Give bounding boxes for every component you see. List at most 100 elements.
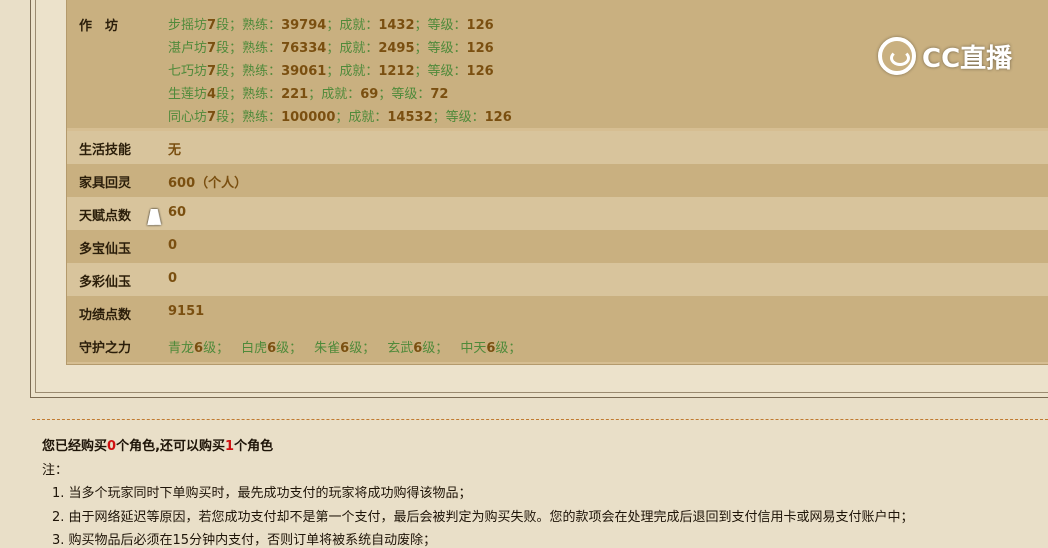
level-value: 126 <box>466 18 494 33</box>
workshop-segment: 7 <box>207 110 217 125</box>
workshop-line: 湛卢坊7段；熟练：76334；成就：2495；等级：126 <box>168 37 494 56</box>
workshop-line: 步摇坊7段；熟练：39794；成就：1432；等级：126 <box>168 14 494 33</box>
attribute-label: 功绩点数 <box>79 308 132 323</box>
achievement-value: 14532 <box>387 110 433 125</box>
achievement-label: ；成就： <box>326 18 379 33</box>
cc-live-logo-icon <box>878 37 916 75</box>
guardian-row: 守护之力 青龙6级； 白虎6级； 朱雀6级； 玄武6级； 中天6级； <box>67 329 1048 362</box>
level-label: ；等级： <box>414 41 467 56</box>
workshop-name: 生莲坊 <box>168 87 208 102</box>
workshop-name: 湛卢坊 <box>168 41 208 56</box>
notes-heading: 注： <box>42 463 69 478</box>
achievement-value: 69 <box>360 87 379 102</box>
segment-unit: 段； <box>216 110 243 125</box>
attribute-value: 0 <box>168 271 178 286</box>
attribute-label: 家具回灵 <box>79 176 132 191</box>
remain-count: 1 <box>225 439 235 454</box>
level-value: 126 <box>466 41 494 56</box>
proficiency-label: 熟练： <box>242 18 282 33</box>
attribute-label: 生活技能 <box>79 143 132 158</box>
guardian-values: 青龙6级； 白虎6级； 朱雀6级； 玄武6级； 中天6级； <box>168 337 533 356</box>
guardian-name: 玄武 <box>387 341 414 356</box>
attribute-value: 无 <box>168 143 182 158</box>
proficiency-label: 熟练： <box>242 87 282 102</box>
guardian-unit: 级； <box>203 341 230 356</box>
attribute-value: 600（个人） <box>168 176 248 191</box>
proficiency-value: 76334 <box>281 41 327 56</box>
achievement-value: 1212 <box>378 64 415 79</box>
workshop-name: 同心坊 <box>168 110 208 125</box>
achievement-label: ；成就： <box>308 87 361 102</box>
attribute-row: 多宝仙玉 0 <box>67 230 1048 263</box>
segment-unit: 段； <box>216 64 243 79</box>
guardian-unit: 级； <box>349 341 376 356</box>
attribute-row: 生活技能 无 <box>67 131 1048 164</box>
attribute-row: 家具回灵 600（个人） <box>67 164 1048 197</box>
achievement-value: 1432 <box>378 18 415 33</box>
workshop-name: 步摇坊 <box>168 18 208 33</box>
attribute-value: 9151 <box>168 304 205 319</box>
section-divider <box>32 419 1048 420</box>
proficiency-label: 熟练： <box>242 64 282 79</box>
proficiency-value: 100000 <box>281 110 336 125</box>
guardian-unit: 级； <box>276 341 303 356</box>
segment-unit: 段； <box>216 41 243 56</box>
workshop-line: 七巧坊7段；熟练：39061；成就：1212；等级：126 <box>168 60 494 79</box>
workshop-segment: 7 <box>207 41 217 56</box>
note-item-2: 2. 由于网络延迟等原因，若您成功支付却不是第一个支付，最后会被判定为购买失败。… <box>52 510 914 525</box>
level-label: ；等级： <box>414 18 467 33</box>
level-value: 72 <box>430 87 449 102</box>
notice-text-3: 个角色 <box>234 439 274 454</box>
watermark-text: CC直播 <box>922 43 1013 74</box>
cc-live-watermark: CC直播 <box>878 36 1018 76</box>
workshop-label: 作 坊 <box>79 19 119 34</box>
attribute-label: 天赋点数 <box>79 209 132 224</box>
guardian-name: 中天 <box>460 341 487 356</box>
guardian-unit: 级； <box>422 341 449 356</box>
workshop-name: 七巧坊 <box>168 64 208 79</box>
attribute-value: 0 <box>168 238 178 253</box>
level-value: 126 <box>466 64 494 79</box>
bought-count: 0 <box>107 439 117 454</box>
level-label: ；等级： <box>414 64 467 79</box>
attribute-label: 多宝仙玉 <box>79 242 132 257</box>
achievement-label: ；成就： <box>326 64 379 79</box>
guardian-level: 6 <box>194 341 204 356</box>
achievement-label: ；成就： <box>326 41 379 56</box>
guardian-level: 6 <box>413 341 423 356</box>
note-item-3: 3. 购买物品后必须在15分钟内支付，否则订单将被系统自动废除； <box>52 533 437 548</box>
guardian-name: 白虎 <box>241 341 268 356</box>
attribute-label: 多彩仙玉 <box>79 275 132 290</box>
level-label: ；等级： <box>378 87 431 102</box>
proficiency-value: 39794 <box>281 18 327 33</box>
note-item-1: 1. 当多个玩家同时下单购买时，最先成功支付的玩家将成功购得该物品； <box>52 486 472 501</box>
workshop-line: 生莲坊4段；熟练：221；成就：69；等级：72 <box>168 83 448 102</box>
workshop-segment: 7 <box>207 64 217 79</box>
achievement-value: 2495 <box>378 41 415 56</box>
workshop-segment: 4 <box>207 87 217 102</box>
guardian-name: 青龙 <box>168 341 195 356</box>
proficiency-value: 39061 <box>281 64 327 79</box>
proficiency-value: 221 <box>281 87 309 102</box>
segment-unit: 段； <box>216 87 243 102</box>
proficiency-label: 熟练： <box>242 41 282 56</box>
segment-unit: 段； <box>216 18 243 33</box>
attribute-row: 多彩仙玉 0 <box>67 263 1048 296</box>
guardian-name: 朱雀 <box>314 341 341 356</box>
attribute-row: 天赋点数 60 <box>67 197 1048 230</box>
guardian-level: 6 <box>340 341 350 356</box>
notice-text-2: 个角色,还可以购买 <box>116 439 226 454</box>
workshop-line: 同心坊7段；熟练：100000；成就：14532；等级：126 <box>168 106 512 125</box>
proficiency-label: 熟练： <box>242 110 282 125</box>
level-label: ；等级： <box>432 110 485 125</box>
workshop-segment: 7 <box>207 18 217 33</box>
achievement-label: ；成就： <box>335 110 388 125</box>
guardian-label: 守护之力 <box>79 341 132 356</box>
attribute-row: 功绩点数 9151 <box>67 296 1048 329</box>
purchase-status: 您已经购买0个角色,还可以购买1个角色 <box>42 435 273 454</box>
attribute-value: 60 <box>168 205 187 220</box>
notice-text-1: 您已经购买 <box>42 439 108 454</box>
guardian-level: 6 <box>267 341 277 356</box>
guardian-unit: 级； <box>495 341 522 356</box>
level-value: 126 <box>484 110 512 125</box>
